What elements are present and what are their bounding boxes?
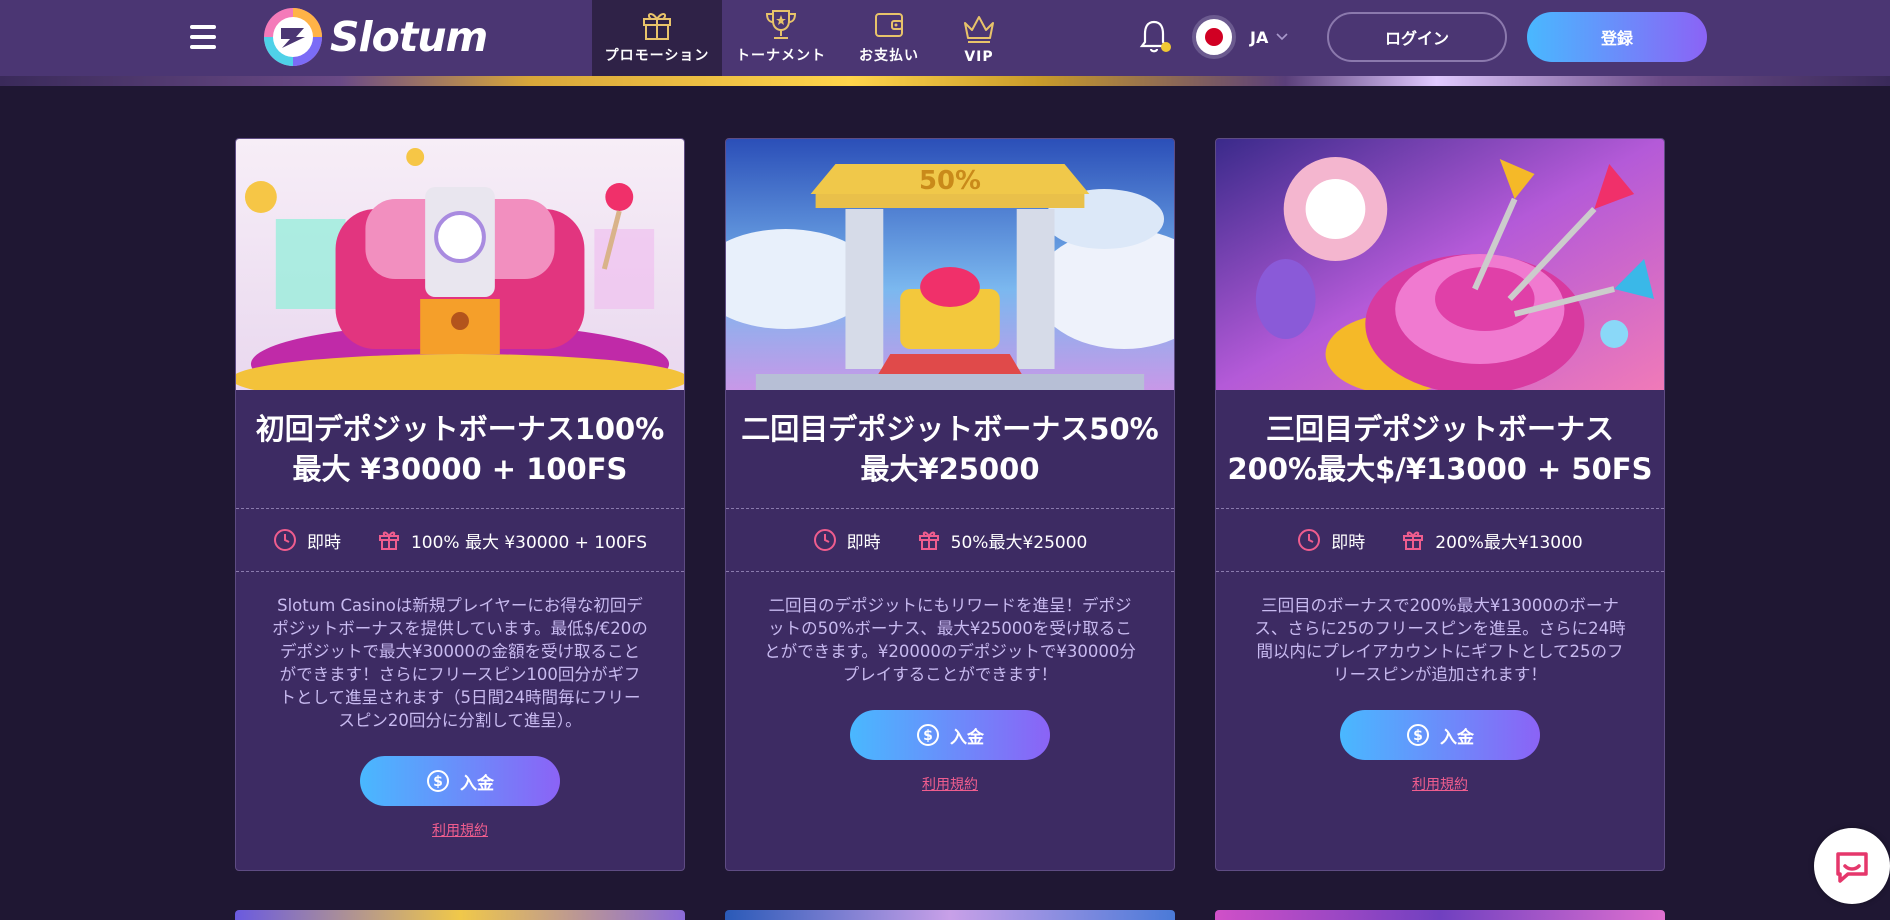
- logo-mark-icon: [264, 8, 322, 66]
- bonus-text: 200%最大¥13000: [1435, 532, 1583, 553]
- deposit-label: 入金: [950, 727, 984, 748]
- promo-title-line2: 最大 ¥30000 + 100FS: [292, 452, 628, 486]
- promo-bonus-summary: 200%最大¥13000: [1401, 528, 1583, 553]
- deposit-label: 入金: [460, 773, 494, 794]
- deposit-button[interactable]: $ 入金: [360, 756, 560, 806]
- promo-meta: 即時 50%最大¥25000: [726, 508, 1174, 572]
- japan-flag-icon: [1192, 15, 1236, 59]
- nav-label: お支払い: [859, 48, 919, 64]
- trophy-icon: [765, 10, 797, 39]
- promo-card: 50% 二回目デポジットボーナス50% 最大¥25000 即時 50%最大¥250…: [725, 138, 1175, 871]
- promo-title-line2: 最大¥25000: [860, 452, 1040, 486]
- terms-link[interactable]: 利用規約: [236, 820, 684, 840]
- promo-timing: 即時: [273, 528, 341, 553]
- register-button[interactable]: 登録: [1527, 12, 1707, 62]
- svg-text:$: $: [923, 728, 933, 744]
- promo-image-treasure-chest: [236, 139, 684, 390]
- promo-meta: 即時 100% 最大 ¥30000 + 100FS: [236, 508, 684, 572]
- slotum-logo[interactable]: Slotum: [262, 5, 488, 69]
- clock-icon: [1298, 529, 1321, 551]
- promo-title: 二回目デポジットボーナス50% 最大¥25000: [726, 390, 1174, 508]
- timing-text: 即時: [1331, 532, 1366, 553]
- promo-card: 初回デポジットボーナス100% 最大 ¥30000 + 100FS 即時 100%…: [235, 138, 685, 871]
- main-nav: プロモーション トーナメント お支払い VIP: [592, 0, 1020, 76]
- nav-label: トーナメント: [736, 48, 826, 64]
- clock-icon: [813, 529, 836, 551]
- promo-image-temple: 50%: [726, 139, 1174, 390]
- timing-text: 即時: [306, 532, 341, 553]
- logo-text: Slotum: [330, 13, 488, 61]
- promo-card: 三回目デポジットボーナス 200%最大$/¥13000 + 50FS 即時 200…: [1215, 138, 1665, 871]
- promo-description: 三回目のボーナスで200%最大¥13000のボーナス、さらに25のフリースピンを…: [1254, 596, 1626, 684]
- gift-icon: [643, 12, 671, 40]
- login-button[interactable]: ログイン: [1327, 12, 1507, 62]
- bonus-text: 50%最大¥25000: [950, 532, 1088, 553]
- dollar-coin-icon: $: [1407, 724, 1429, 746]
- gift-icon: [378, 531, 399, 550]
- dollar-coin-icon: $: [917, 724, 939, 746]
- promo-title-line1: 二回目デポジットボーナス50%: [741, 412, 1159, 446]
- crown-icon: [964, 16, 994, 43]
- deposit-button[interactable]: $ 入金: [1340, 710, 1540, 760]
- wallet-icon: [875, 13, 903, 37]
- promo-timing: 即時: [1297, 528, 1365, 553]
- dollar-coin-icon: $: [427, 770, 449, 792]
- top-header: Slotum プロモーション トーナメント お支払い VIP JA ログイン 登…: [0, 0, 1890, 76]
- promo-card-next-preview: [725, 910, 1175, 920]
- live-chat-button[interactable]: [1814, 828, 1890, 904]
- svg-text:50%: 50%: [919, 166, 981, 196]
- timing-text: 即時: [846, 532, 881, 553]
- gift-icon: [1403, 531, 1424, 550]
- deposit-label: 入金: [1440, 727, 1474, 748]
- promo-bonus-summary: 100% 最大 ¥30000 + 100FS: [377, 528, 647, 553]
- nav-payments[interactable]: お支払い: [840, 0, 938, 76]
- terms-link[interactable]: 利用規約: [1216, 774, 1664, 794]
- language-selector[interactable]: JA: [1192, 12, 1288, 62]
- promo-bonus-summary: 50%最大¥25000: [917, 528, 1088, 553]
- nav-label: プロモーション: [604, 48, 710, 64]
- promo-description: 二回目のデポジットにもリワードを進呈！デポジットの50%ボーナス、最大¥2500…: [764, 596, 1136, 684]
- promo-title-line2: 200%最大$/¥13000 + 50FS: [1227, 452, 1653, 486]
- clock-icon: [273, 529, 296, 551]
- notification-bell-icon[interactable]: [1138, 18, 1172, 56]
- nav-promotions[interactable]: プロモーション: [592, 0, 722, 76]
- hero-banner-edge: [0, 76, 1890, 86]
- language-code: JA: [1250, 27, 1269, 47]
- promo-card-next-preview: [235, 910, 685, 920]
- promo-card-next-preview: [1215, 910, 1665, 920]
- svg-text:$: $: [1413, 728, 1423, 744]
- promo-meta: 即時 200%最大¥13000: [1216, 508, 1664, 572]
- nav-vip[interactable]: VIP: [938, 0, 1020, 76]
- nav-tournaments[interactable]: トーナメント: [722, 0, 840, 76]
- promo-image-darts: [1216, 139, 1664, 390]
- gift-icon: [918, 531, 939, 550]
- promo-timing: 即時: [813, 528, 881, 553]
- promo-description: Slotum Casinoは新規プレイヤーにお得な初回デポジットボーナスを提供し…: [272, 596, 648, 730]
- chat-bubble-icon: [1836, 852, 1868, 883]
- terms-link[interactable]: 利用規約: [726, 774, 1174, 794]
- bonus-text: 100% 最大 ¥30000 + 100FS: [410, 532, 648, 553]
- chevron-down-icon: [1276, 33, 1288, 41]
- promo-title: 三回目デポジットボーナス 200%最大$/¥13000 + 50FS: [1216, 390, 1664, 508]
- hamburger-menu-icon[interactable]: [190, 25, 216, 49]
- promo-title-line1: 三回目デポジットボーナス: [1265, 412, 1614, 446]
- promo-title: 初回デポジットボーナス100% 最大 ¥30000 + 100FS: [236, 390, 684, 508]
- svg-text:$: $: [433, 774, 443, 790]
- promo-title-line1: 初回デポジットボーナス100%: [255, 412, 665, 446]
- nav-label: VIP: [964, 49, 994, 65]
- deposit-button[interactable]: $ 入金: [850, 710, 1050, 760]
